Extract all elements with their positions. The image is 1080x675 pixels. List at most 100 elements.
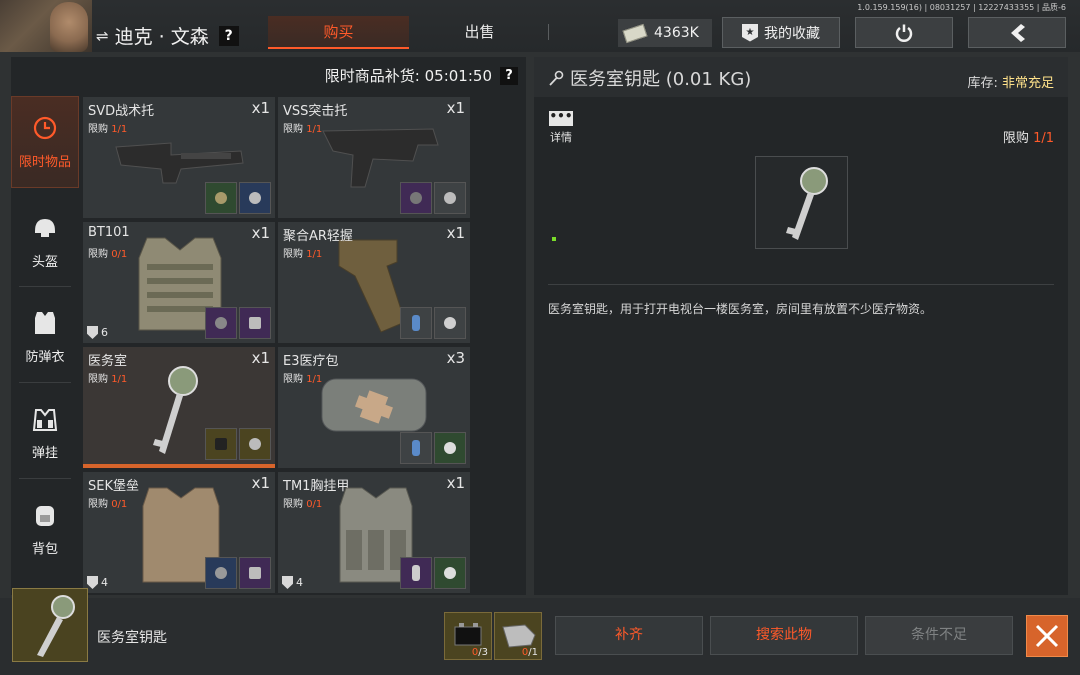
required-item-slot[interactable] — [400, 432, 432, 464]
item-card[interactable]: E3医疗包 x3 限购 1/1 — [278, 347, 470, 468]
help-icon[interactable]: ? — [500, 66, 518, 85]
tab-sell[interactable]: 出售 — [409, 16, 550, 49]
required-item-slot[interactable] — [205, 307, 237, 339]
item-name: 聚合AR轻握 — [283, 229, 353, 244]
favorites-label: 我的收藏 — [764, 25, 820, 42]
indicator-dot — [552, 237, 556, 241]
required-item-slot[interactable] — [239, 307, 271, 339]
item-card[interactable]: SEK堡垒 x1 限购 0/1 4 — [83, 472, 275, 593]
required-item-slot[interactable] — [400, 182, 432, 214]
item-limit: 限购 0/1 — [283, 499, 323, 510]
item-name: E3医疗包 — [283, 354, 339, 369]
key-icon — [549, 70, 564, 86]
category-helmet[interactable]: 头盔 — [11, 196, 79, 288]
required-item-slot[interactable] — [400, 307, 432, 339]
item-limit: 限购 1/1 — [283, 374, 323, 385]
selected-item-thumb[interactable] — [12, 588, 88, 662]
item-qty: x1 — [446, 99, 465, 117]
item-card[interactable]: 聚合AR轻握 x1 限购 1/1 — [278, 222, 470, 343]
back-button[interactable] — [968, 17, 1066, 48]
item-name: SVD战术托 — [88, 104, 155, 119]
item-card[interactable]: TM1胸挂甲 x1 限购 0/1 4 — [278, 472, 470, 593]
category-vest[interactable]: 防弹衣 — [11, 291, 79, 383]
help-icon[interactable]: ? — [218, 25, 239, 46]
required-item-slot[interactable] — [434, 432, 466, 464]
shop-panel: 限时商品补货: 05:01:50 ? 限时物品 头盔 防弹衣 弹挂 背包 SVD… — [11, 57, 526, 595]
required-item-slot[interactable] — [205, 182, 237, 214]
detail-limit: 限购 1/1 — [1002, 131, 1054, 146]
clock-icon — [32, 115, 58, 141]
top-bar: 1.0.159.159(16) | 08031257 | 12227433355… — [0, 0, 1080, 52]
category-rig[interactable]: 弹挂 — [11, 387, 79, 479]
search-item-button[interactable]: 搜索此物 — [710, 616, 858, 655]
key-image — [37, 595, 75, 657]
category-limited[interactable]: 限时物品 — [11, 96, 79, 188]
detail-header: 医务室钥匙 (0.01 KG) 库存: 非常充足 — [534, 57, 1068, 97]
armor-level: 4 — [87, 576, 108, 589]
item-limit: 限购 1/1 — [283, 249, 323, 260]
money-display: 4363K — [618, 19, 712, 47]
shield-icon — [87, 326, 98, 339]
swap-icon[interactable]: ⇌ — [96, 27, 109, 45]
vest-icon — [32, 310, 58, 336]
armor-level: 6 — [87, 326, 108, 339]
key-image — [153, 366, 198, 454]
favorites-button[interactable]: ★ 我的收藏 — [722, 17, 840, 48]
armor-level: 4 — [282, 576, 303, 589]
stock-status: 库存: 非常充足 — [967, 76, 1054, 91]
category-label: 防弹衣 — [25, 349, 65, 365]
power-button[interactable] — [855, 17, 953, 48]
restock-timer: 限时商品补货: 05:01:50 ? — [325, 65, 518, 86]
refill-button[interactable]: 补齐 — [555, 616, 703, 655]
required-item-slot[interactable] — [434, 182, 466, 214]
trader-avatar[interactable] — [0, 0, 92, 52]
close-icon — [1035, 624, 1059, 648]
category-backpack[interactable]: 背包 — [11, 483, 79, 575]
item-qty: x1 — [251, 349, 270, 367]
close-button[interactable] — [1026, 615, 1068, 657]
item-preview — [755, 156, 848, 249]
item-card[interactable]: SVD战术托 x1 限购 1/1 — [83, 97, 275, 218]
tab-buy[interactable]: 购买 — [268, 16, 409, 49]
cost-item-slot[interactable]: 0/1 — [494, 612, 542, 660]
item-qty: x1 — [251, 99, 270, 117]
required-item-slot[interactable] — [205, 428, 237, 460]
required-item-slot[interactable] — [434, 307, 466, 339]
item-limit: 限购 1/1 — [283, 124, 323, 135]
money-amount: 4363K — [654, 25, 699, 41]
chevron-left-icon — [1011, 23, 1025, 42]
item-qty: x1 — [251, 474, 270, 492]
required-item-slot[interactable] — [400, 557, 432, 589]
item-limit: 限购 1/1 — [88, 124, 128, 135]
restock-label: 限时商品补货: 05:01:50 — [324, 67, 492, 85]
cost-item-slot[interactable]: 0/3 — [444, 612, 492, 660]
trader-switch[interactable]: ⇌ 迪克 · 文森 ? — [96, 22, 239, 49]
required-item-slot[interactable] — [239, 428, 271, 460]
medkit-image — [321, 378, 427, 432]
item-card-selected[interactable]: 医务室 x1 限购 1/1 — [83, 347, 275, 468]
item-qty: x3 — [446, 349, 465, 367]
shield-icon — [87, 576, 98, 589]
required-item-slot[interactable] — [205, 557, 237, 589]
item-name: VSS突击托 — [283, 104, 348, 119]
backpack-icon — [32, 502, 58, 528]
item-qty: x1 — [251, 224, 270, 242]
item-limit: 限购 1/1 — [88, 374, 128, 385]
item-card[interactable]: BT101 x1 限购 0/1 6 — [83, 222, 275, 343]
cash-icon — [622, 23, 648, 43]
required-item-slot[interactable] — [239, 182, 271, 214]
buy-button-disabled[interactable]: 条件不足 — [865, 616, 1013, 655]
item-card[interactable]: VSS突击托 x1 限购 1/1 — [278, 97, 470, 218]
item-qty: x1 — [446, 474, 465, 492]
selected-item-name: 医务室钥匙 — [97, 630, 167, 646]
item-name: SEK堡垒 — [88, 479, 139, 494]
category-label: 头盔 — [31, 254, 58, 270]
trader-name: 迪克 · 文森 — [114, 26, 209, 48]
more-icon: ••• — [549, 110, 573, 126]
stock-image — [115, 142, 244, 184]
required-item-slot[interactable] — [434, 557, 466, 589]
key-image — [786, 167, 828, 240]
details-button[interactable]: ••• 详情 — [548, 110, 574, 145]
required-item-slot[interactable] — [239, 557, 271, 589]
item-limit: 限购 0/1 — [88, 249, 128, 260]
